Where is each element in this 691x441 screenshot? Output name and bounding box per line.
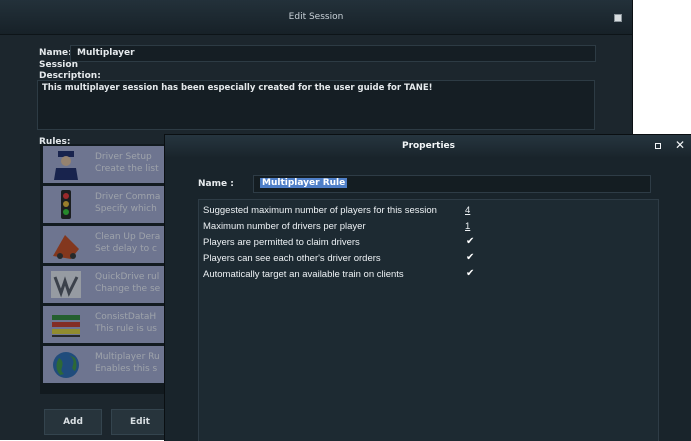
rule-title: Clean Up Dera (95, 232, 161, 242)
add-button[interactable]: Add (44, 409, 102, 435)
rule-subtitle: This rule is us (95, 324, 157, 334)
maximize-icon[interactable] (655, 143, 661, 149)
edit-session-titlebar[interactable]: Edit Session (0, 0, 632, 35)
driver-icon (54, 151, 78, 180)
property-label: Suggested maximum number of players for … (203, 205, 437, 216)
see-driver-orders-checkbox[interactable]: ✔ (466, 252, 474, 263)
max-drivers-value[interactable]: 1 (465, 221, 470, 232)
edit-button[interactable]: Edit (111, 409, 169, 435)
rule-item-driver-setup[interactable]: Driver Setup Create the list (43, 146, 166, 183)
session-label: Session (39, 60, 78, 70)
close-icon[interactable]: ✕ (675, 138, 685, 152)
properties-panel: Suggested maximum number of players for … (198, 199, 659, 441)
rule-title: Driver Comma (95, 192, 161, 202)
rule-title: QuickDrive rul (95, 272, 160, 282)
rule-subtitle: Specify which (95, 204, 157, 214)
property-label: Maximum number of drivers per player (203, 221, 366, 232)
property-label: Players are permitted to claim drivers (203, 237, 360, 248)
rule-name-value: Multiplayer Rule (260, 178, 348, 188)
quickdrive-icon (51, 271, 81, 298)
rule-item-quickdrive[interactable]: QuickDrive rul Change the se (43, 266, 166, 303)
name-label: Name: (39, 48, 72, 58)
rules-list[interactable]: Driver Setup Create the list Driver Comm… (40, 144, 166, 394)
edit-session-title: Edit Session (288, 12, 344, 22)
properties-titlebar[interactable]: Properties ✕ (165, 135, 691, 157)
claim-drivers-checkbox[interactable]: ✔ (466, 236, 474, 247)
rule-title: Multiplayer Ru (95, 352, 160, 362)
rule-item-clean-up-derailments[interactable]: Clean Up Dera Set delay to c (43, 226, 166, 263)
auto-target-train-checkbox[interactable]: ✔ (466, 268, 474, 279)
rule-title: ConsistDataH (95, 312, 157, 322)
rule-subtitle: Change the se (95, 284, 161, 294)
derailment-icon (53, 235, 79, 259)
rule-item-multiplayer-rule[interactable]: Multiplayer Ru Enables this s (43, 346, 166, 383)
session-description-field[interactable]: This multiplayer session has been especi… (37, 80, 595, 130)
rule-name-field[interactable]: Multiplayer Rule (253, 175, 651, 193)
rule-title: Driver Setup (95, 152, 152, 162)
session-name-field[interactable]: Multiplayer (70, 45, 596, 62)
rule-subtitle: Create the list (95, 164, 159, 174)
traffic-light-icon (61, 190, 71, 219)
consist-icon (52, 315, 80, 337)
properties-name-label: Name : (198, 179, 234, 189)
rule-subtitle: Enables this s (95, 364, 158, 374)
properties-title: Properties (401, 141, 456, 151)
property-label: Players can see each other's driver orde… (203, 253, 381, 264)
properties-window: Properties ✕ Name : Multiplayer Rule Sug… (164, 134, 691, 441)
rule-item-consist-data[interactable]: ConsistDataH This rule is us (43, 306, 166, 343)
rule-item-driver-commands[interactable]: Driver Comma Specify which (43, 186, 166, 223)
maximize-icon[interactable] (614, 14, 622, 22)
property-label: Automatically target an available train … (203, 269, 404, 280)
rule-subtitle: Set delay to c (95, 244, 157, 254)
max-players-value[interactable]: 4 (465, 205, 470, 216)
globe-icon (53, 352, 79, 378)
